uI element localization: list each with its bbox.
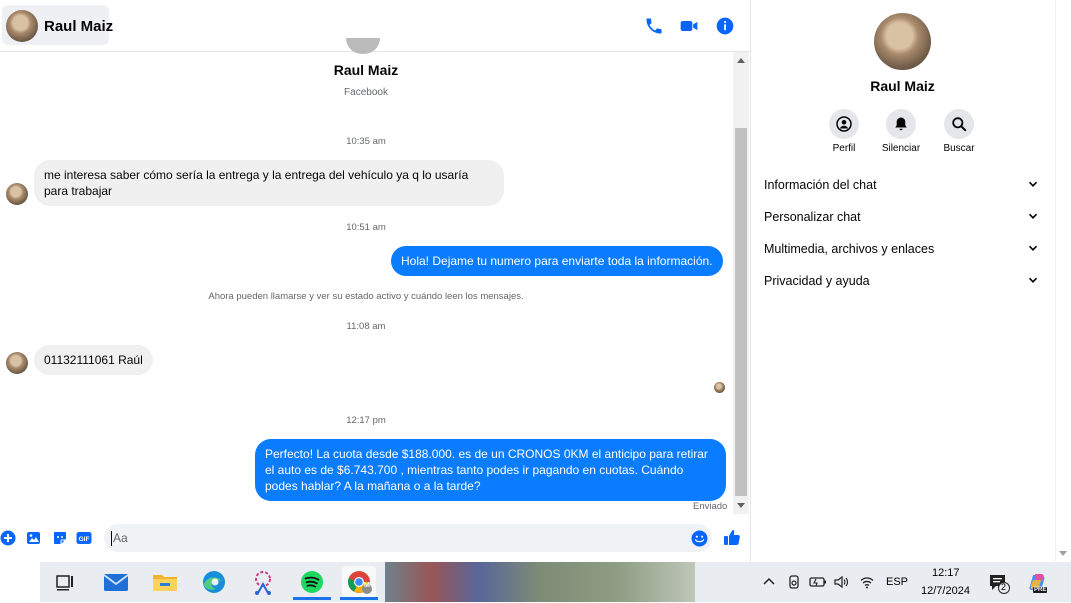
desktop-wallpaper-strip (385, 562, 695, 602)
scroll-down-arrow[interactable] (737, 503, 745, 508)
message-input[interactable] (104, 524, 712, 552)
device-icon[interactable] (786, 574, 802, 590)
section-label: Privacidad y ayuda (764, 274, 870, 288)
spotify-icon[interactable] (295, 566, 329, 598)
chevron-down-icon (1028, 277, 1038, 283)
message-status: Enviado (693, 501, 728, 512)
sender-avatar (6, 352, 28, 374)
like-icon[interactable] (723, 528, 741, 546)
bell-icon (895, 117, 907, 131)
info-icon[interactable] (715, 16, 735, 36)
page-scroll-down-arrow[interactable] (1059, 551, 1067, 556)
gif-icon[interactable]: GIF (76, 530, 92, 546)
mute-button-label: Silenciar (881, 143, 921, 154)
profile-icon (836, 116, 852, 132)
plus-icon[interactable] (0, 530, 16, 546)
chevron-down-icon (1028, 181, 1038, 187)
read-receipt-avatar (714, 382, 725, 393)
scrollbar-thumb[interactable] (735, 128, 747, 496)
photo-icon[interactable] (26, 530, 42, 546)
message-input-placeholder: Aa (113, 531, 128, 545)
copilot-preview-badge: PRE (1033, 587, 1048, 593)
section-privacy-help[interactable]: Privacidad y ayuda (764, 274, 1044, 288)
clock-date[interactable]: 12/7/2024 (921, 585, 970, 597)
sticker-icon[interactable] (52, 530, 68, 546)
timestamp: 11:08 am (346, 321, 386, 332)
active-app-indicator (293, 597, 331, 600)
timestamp: 10:51 am (346, 222, 386, 233)
clock-time[interactable]: 12:17 (932, 567, 960, 579)
search-icon (952, 117, 967, 132)
chrome-profile-badge: M (364, 582, 370, 589)
incoming-message[interactable]: me interesa saber cómo sería la entrega … (34, 160, 504, 206)
profile-button-label: Perfil (832, 143, 856, 154)
chrome-icon[interactable] (342, 566, 376, 598)
search-button[interactable] (944, 109, 974, 139)
phone-icon[interactable] (644, 16, 664, 36)
mail-icon[interactable] (99, 566, 133, 598)
incoming-message[interactable]: 01132111061 Raúl (34, 345, 153, 375)
section-customize-chat[interactable]: Personalizar chat (764, 210, 1044, 224)
section-label: Información del chat (764, 178, 877, 192)
volume-icon[interactable] (833, 574, 849, 590)
chevron-up-icon[interactable] (762, 575, 776, 589)
section-media-files-links[interactable]: Multimedia, archivos y enlaces (764, 242, 1044, 256)
section-label: Multimedia, archivos y enlaces (764, 242, 935, 256)
conversation-profile-name: Raul Maiz (333, 62, 399, 78)
section-label: Personalizar chat (764, 210, 861, 224)
profile-button[interactable] (829, 109, 859, 139)
contact-name[interactable]: Raul Maiz (44, 18, 113, 35)
input-language[interactable]: ESP (886, 576, 908, 588)
mute-button[interactable] (886, 109, 916, 139)
page-scrollbar[interactable] (1055, 0, 1071, 562)
sender-avatar (6, 183, 28, 205)
outgoing-message[interactable]: Perfecto! La cuota desde $188.000. es de… (255, 439, 726, 501)
task-view-icon[interactable] (48, 566, 82, 598)
timestamp: 10:35 am (346, 136, 386, 147)
panel-profile-avatar[interactable] (874, 13, 931, 70)
battery-icon[interactable] (809, 575, 827, 589)
taskbar-blank-area[interactable] (0, 562, 40, 602)
conversation-profile-source: Facebook (344, 87, 388, 98)
chat-notice: Ahora pueden llamarse y ver su estado ac… (208, 291, 524, 302)
file-explorer-icon[interactable] (148, 566, 182, 598)
active-app-indicator (340, 597, 378, 600)
panel-profile-name: Raul Maiz (870, 78, 935, 94)
emoji-icon[interactable] (691, 530, 708, 547)
notifications-icon[interactable] (988, 572, 1010, 594)
scroll-up-arrow[interactable] (737, 58, 745, 63)
video-call-icon[interactable] (679, 16, 699, 36)
timestamp: 12:17 pm (346, 415, 386, 426)
chevron-down-icon (1028, 245, 1038, 251)
wifi-icon[interactable] (859, 574, 875, 590)
svg-text:GIF: GIF (79, 536, 90, 543)
notification-count: 2 (1001, 582, 1007, 592)
text-caret (111, 531, 112, 546)
section-chat-info[interactable]: Información del chat (764, 178, 1044, 192)
edge-browser-icon[interactable] (197, 566, 231, 598)
search-button-label: Buscar (943, 143, 975, 154)
outgoing-message[interactable]: Hola! Dejame tu numero para enviarte tod… (391, 246, 723, 276)
chevron-down-icon (1028, 213, 1038, 219)
snipping-tool-icon[interactable] (246, 566, 280, 598)
contact-avatar[interactable] (6, 10, 38, 42)
